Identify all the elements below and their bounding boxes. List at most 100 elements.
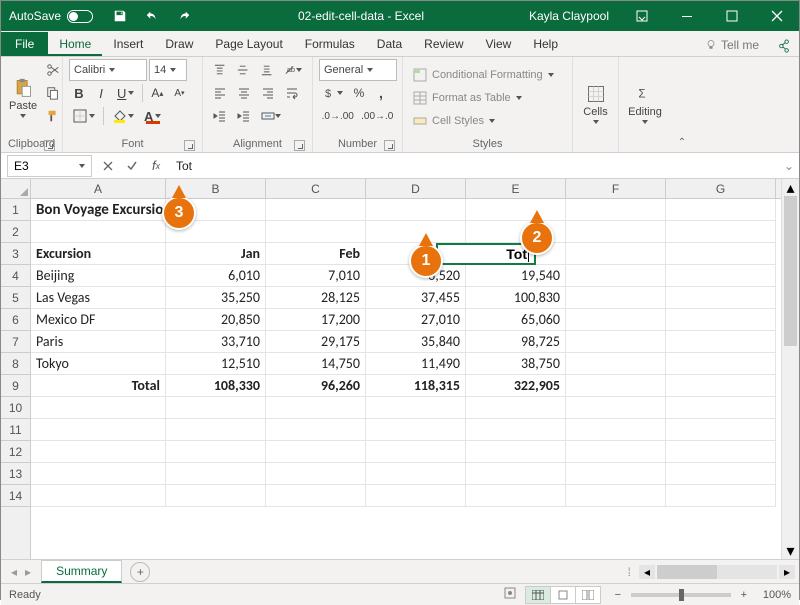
- vertical-scrollbar[interactable]: ▴ ▾: [781, 179, 799, 559]
- row-header-8[interactable]: 8: [1, 353, 30, 375]
- font-dialog-launcher[interactable]: [184, 140, 195, 151]
- cell-C14[interactable]: [266, 485, 366, 507]
- cell-G11[interactable]: [666, 419, 776, 441]
- row-header-10[interactable]: 10: [1, 397, 30, 419]
- number-dialog-launcher[interactable]: [384, 140, 395, 151]
- zoom-in-button[interactable]: +: [737, 589, 751, 601]
- tab-formulas[interactable]: Formulas: [294, 33, 366, 56]
- scroll-down-button[interactable]: ▾: [782, 542, 799, 559]
- cell-D2[interactable]: [366, 221, 466, 243]
- cell-F12[interactable]: [566, 441, 666, 463]
- cell-B12[interactable]: [166, 441, 266, 463]
- cell-B11[interactable]: [166, 419, 266, 441]
- cell-G8[interactable]: [666, 353, 776, 375]
- cell-E8[interactable]: 38,750: [466, 353, 566, 375]
- share-button[interactable]: [769, 39, 799, 56]
- wrap-text-button[interactable]: [281, 82, 303, 104]
- cell-G6[interactable]: [666, 309, 776, 331]
- undo-button[interactable]: [141, 5, 163, 27]
- row-header-7[interactable]: 7: [1, 331, 30, 353]
- cell-C7[interactable]: 29,175: [266, 331, 366, 353]
- tab-draw[interactable]: Draw: [154, 33, 204, 56]
- horizontal-scrollbar[interactable]: ⁞ ◂ ▸: [150, 565, 799, 579]
- decrease-font-button[interactable]: A▾: [169, 82, 189, 104]
- sheet-nav-next[interactable]: ▸: [25, 565, 31, 579]
- cell-D13[interactable]: [366, 463, 466, 485]
- align-left-button[interactable]: [209, 82, 231, 104]
- cell-C11[interactable]: [266, 419, 366, 441]
- cell-E12[interactable]: [466, 441, 566, 463]
- tab-home[interactable]: Home: [48, 33, 102, 56]
- insert-function-button[interactable]: fx: [144, 155, 168, 177]
- row-header-14[interactable]: 14: [1, 485, 30, 507]
- cell-G1[interactable]: [666, 199, 776, 221]
- font-size-select[interactable]: 14: [149, 59, 187, 81]
- cell-F11[interactable]: [566, 419, 666, 441]
- align-top-button[interactable]: [209, 59, 230, 81]
- row-header-9[interactable]: 9: [1, 375, 30, 397]
- cell-A10[interactable]: [31, 397, 166, 419]
- tab-page-layout[interactable]: Page Layout: [204, 33, 293, 56]
- comma-format-button[interactable]: ,: [371, 82, 391, 104]
- column-header-E[interactable]: E: [466, 179, 566, 198]
- cell-D8[interactable]: 11,490: [366, 353, 466, 375]
- cell-D1[interactable]: [366, 199, 466, 221]
- cell-styles-button[interactable]: Cell Styles: [409, 110, 566, 132]
- cell-A9[interactable]: Total: [31, 375, 166, 397]
- cell-E5[interactable]: 100,830: [466, 287, 566, 309]
- scroll-up-button[interactable]: ▴: [782, 179, 799, 196]
- row-header-4[interactable]: 4: [1, 265, 30, 287]
- increase-indent-button[interactable]: [233, 105, 255, 127]
- decrease-decimal-button[interactable]: .00→.0: [359, 105, 397, 127]
- cells-button[interactable]: Cells: [579, 59, 612, 149]
- spreadsheet-grid[interactable]: ABCDEFG 1234567891011121314 Bon Voyage E…: [1, 179, 799, 559]
- cell-B9[interactable]: 108,330: [166, 375, 266, 397]
- cell-B5[interactable]: 35,250: [166, 287, 266, 309]
- tell-me-search[interactable]: Tell me: [695, 34, 769, 56]
- cell-F6[interactable]: [566, 309, 666, 331]
- zoom-slider[interactable]: [631, 593, 731, 597]
- cell-F1[interactable]: [566, 199, 666, 221]
- scroll-right-button[interactable]: ▸: [779, 565, 795, 579]
- new-sheet-button[interactable]: +: [130, 562, 150, 582]
- format-painter-button[interactable]: [42, 105, 64, 127]
- cell-C5[interactable]: 28,125: [266, 287, 366, 309]
- page-break-view-button[interactable]: [575, 586, 601, 604]
- redo-button[interactable]: [173, 5, 195, 27]
- increase-font-button[interactable]: A▴: [147, 82, 167, 104]
- cell-B4[interactable]: 6,010: [166, 265, 266, 287]
- orientation-button[interactable]: ab: [279, 59, 306, 81]
- percent-format-button[interactable]: %: [349, 82, 369, 104]
- cell-D11[interactable]: [366, 419, 466, 441]
- number-format-select[interactable]: General: [319, 59, 397, 81]
- paste-button[interactable]: Paste: [7, 59, 39, 137]
- row-header-5[interactable]: 5: [1, 287, 30, 309]
- conditional-formatting-button[interactable]: Conditional Formatting: [409, 64, 566, 86]
- cell-A1[interactable]: Bon Voyage Excursions: [31, 199, 166, 221]
- tab-insert[interactable]: Insert: [102, 33, 154, 56]
- cell-B8[interactable]: 12,510: [166, 353, 266, 375]
- cell-F8[interactable]: [566, 353, 666, 375]
- zoom-level[interactable]: 100%: [763, 589, 791, 601]
- cell-G10[interactable]: [666, 397, 776, 419]
- cell-C8[interactable]: 14,750: [266, 353, 366, 375]
- expand-formula-bar-button[interactable]: ⌄: [779, 159, 799, 173]
- cell-A12[interactable]: [31, 441, 166, 463]
- cell-E11[interactable]: [466, 419, 566, 441]
- cell-B7[interactable]: 33,710: [166, 331, 266, 353]
- alignment-dialog-launcher[interactable]: [294, 140, 305, 151]
- column-header-A[interactable]: A: [31, 179, 166, 198]
- scroll-left-button[interactable]: ◂: [639, 565, 655, 579]
- borders-button[interactable]: [69, 105, 99, 127]
- tab-file[interactable]: File: [1, 32, 48, 56]
- cell-E14[interactable]: [466, 485, 566, 507]
- cell-C1[interactable]: [266, 199, 366, 221]
- cell-C13[interactable]: [266, 463, 366, 485]
- cell-G7[interactable]: [666, 331, 776, 353]
- cell-D6[interactable]: 27,010: [366, 309, 466, 331]
- close-button[interactable]: [754, 1, 799, 31]
- column-header-C[interactable]: C: [266, 179, 366, 198]
- cell-C3[interactable]: Feb: [266, 243, 366, 265]
- cell-F7[interactable]: [566, 331, 666, 353]
- cell-C2[interactable]: [266, 221, 366, 243]
